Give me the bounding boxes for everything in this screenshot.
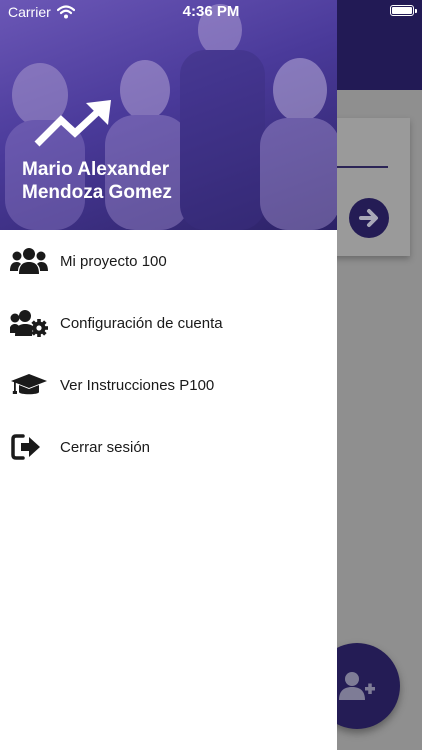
- graduation-cap-icon: [10, 370, 48, 400]
- drawer-header: Mario Alexander Mendoza Gomez: [0, 0, 337, 230]
- drawer-menu: Mi proyecto 100 Configuración de cuenta …: [0, 230, 337, 478]
- battery-icon: [390, 5, 417, 16]
- menu-item-label: Cerrar sesión: [60, 438, 151, 456]
- clock: 4:36 PM: [182, 3, 240, 20]
- user-plus-icon: [339, 672, 375, 700]
- navigation-drawer: Mario Alexander Mendoza Gomez Mi proyect…: [0, 0, 337, 750]
- user-name-line-1: Mario Alexander: [22, 159, 170, 180]
- menu-item-configuracion[interactable]: Configuración de cuenta: [0, 292, 337, 354]
- user-name-line-2: Mendoza Gomez: [22, 182, 172, 203]
- sign-out-icon: [10, 432, 48, 462]
- menu-item-mi-proyecto[interactable]: Mi proyecto 100: [0, 230, 337, 292]
- arrow-right-circle-icon[interactable]: [349, 198, 389, 238]
- status-bar: Carrier 4:36 PM: [0, 0, 422, 24]
- users-gear-icon: [10, 308, 48, 338]
- background-input-underline: [337, 166, 388, 168]
- menu-item-ver-instrucciones[interactable]: Ver Instrucciones P100: [0, 354, 337, 416]
- menu-item-label: Mi proyecto 100: [60, 252, 167, 270]
- menu-item-cerrar-sesion[interactable]: Cerrar sesión: [0, 416, 337, 478]
- user-name: Mario Alexander Mendoza Gomez: [22, 158, 322, 204]
- trending-up-logo-icon: [34, 100, 114, 153]
- menu-item-label: Configuración de cuenta: [60, 314, 223, 332]
- menu-item-label: Ver Instrucciones P100: [60, 376, 215, 394]
- users-icon: [10, 246, 48, 276]
